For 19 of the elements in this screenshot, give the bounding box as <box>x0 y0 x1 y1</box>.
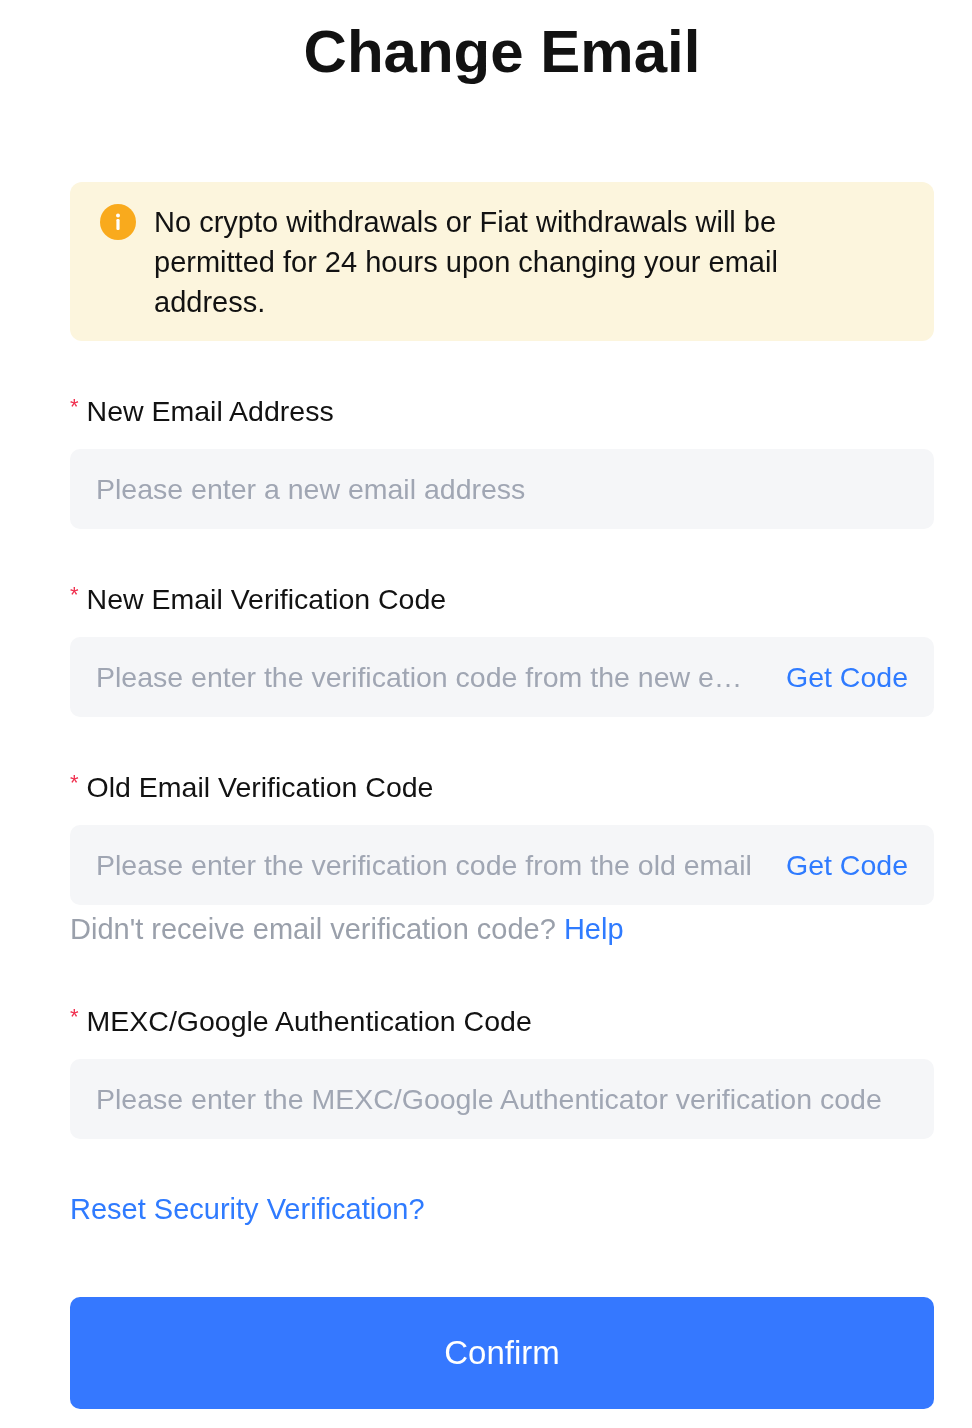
help-prompt: Didn't receive email verification code? <box>70 912 556 947</box>
page-title: Change Email <box>302 17 702 87</box>
notice-text: No crypto withdrawals or Fiat withdrawals will be permitted for 24 hours upon changing your email address. <box>154 205 779 320</box>
input-field[interactable]: Please enter a new email address <box>70 449 934 529</box>
info-icon <box>100 204 136 240</box>
field-label: MEXC/Google Authentication Code <box>86 1004 532 1039</box>
help-link[interactable]: Help <box>563 907 624 951</box>
required-mark: * <box>70 1003 79 1031</box>
required-mark: * <box>70 581 79 609</box>
required-mark: * <box>70 769 79 797</box>
field-label: New Email Address <box>86 394 334 429</box>
confirm-button[interactable]: Confirm <box>70 1297 934 1409</box>
required-mark: * <box>70 393 79 421</box>
field-label: New Email Verification Code <box>86 582 447 617</box>
input-field[interactable]: Please enter the MEXC/Google Authenticator verification code <box>70 1059 934 1139</box>
get-code-button[interactable]: Get Code <box>786 657 908 697</box>
get-code-button[interactable]: Get Code <box>786 845 908 885</box>
field-label: Old Email Verification Code <box>86 770 434 805</box>
reset-security-link[interactable]: Reset Security Verification? <box>70 1189 425 1229</box>
